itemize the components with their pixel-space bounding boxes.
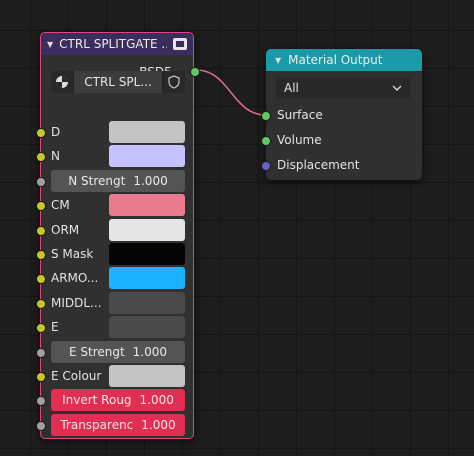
- color-swatch-armo[interactable]: [109, 267, 185, 289]
- input-socket-n-strengt[interactable]: [36, 177, 46, 187]
- value-field-label: Transparenc: [60, 418, 134, 432]
- group-node-header[interactable]: ▼ CTRL SPLITGATE ...: [41, 33, 193, 55]
- value-field-n-strengt[interactable]: N Strengt 1.000: [51, 170, 185, 192]
- input-label-surface: Surface: [277, 108, 323, 122]
- value-field-e-strengt[interactable]: E Strengt 1.000: [51, 341, 185, 363]
- value-field-number: 1.000: [139, 393, 174, 407]
- input-socket-e-colour[interactable]: [36, 372, 46, 382]
- input-socket-transparenc[interactable]: [36, 421, 46, 431]
- input-socket-surface[interactable]: [261, 111, 271, 121]
- input-label-armo: ARMO...: [51, 271, 99, 285]
- group-name-field[interactable]: CTRL SPL...: [73, 71, 163, 93]
- input-socket-e[interactable]: [36, 323, 46, 333]
- input-label-cm: CM: [51, 198, 70, 212]
- input-socket-d[interactable]: [36, 128, 46, 138]
- bsdf-to-surface-link[interactable]: [195, 69, 267, 116]
- color-swatch-orm[interactable]: [109, 219, 185, 241]
- input-label-s-mask: S Mask: [51, 247, 94, 261]
- color-swatch-cm[interactable]: [109, 194, 185, 216]
- input-socket-volume[interactable]: [261, 136, 271, 146]
- chevron-down-icon: [392, 85, 402, 91]
- group-node-title: CTRL SPLITGATE ...: [59, 37, 167, 51]
- value-field-transparenc[interactable]: Transparenc 1.000: [51, 414, 185, 436]
- target-value: All: [284, 81, 299, 95]
- input-label-displacement: Displacement: [277, 158, 360, 172]
- input-label-volume: Volume: [277, 133, 322, 147]
- value-field-label: E Strengt: [68, 345, 125, 359]
- input-label-orm: ORM: [51, 223, 80, 237]
- color-swatch-s-mask[interactable]: [109, 243, 185, 265]
- input-socket-orm[interactable]: [36, 226, 46, 236]
- input-label-middl: MIDDL...: [51, 296, 102, 310]
- collapse-arrow-icon[interactable]: ▼: [275, 56, 281, 65]
- color-swatch-n[interactable]: [109, 145, 185, 167]
- bsdf-output-socket[interactable]: [190, 67, 200, 77]
- value-field-label: Invert Roug: [62, 393, 132, 407]
- value-field-number: 1.000: [133, 174, 168, 188]
- target-dropdown[interactable]: All: [276, 77, 410, 99]
- input-socket-displacement[interactable]: [261, 161, 271, 171]
- input-socket-e-strengt[interactable]: [36, 348, 46, 358]
- color-swatch-e[interactable]: [109, 316, 185, 338]
- input-socket-armo[interactable]: [36, 274, 46, 284]
- input-socket-n[interactable]: [36, 152, 46, 162]
- value-field-number: 1.000: [132, 345, 168, 359]
- material-output-node[interactable]: ▼ Material Output All Surface Volume Displ…: [261, 49, 422, 180]
- input-socket-s-mask[interactable]: [36, 250, 46, 260]
- node-group-selector[interactable]: CTRL SPL...: [51, 71, 185, 93]
- fake-user-shield-icon[interactable]: [163, 71, 185, 93]
- input-label-e-colour: E Colour: [51, 369, 102, 383]
- node-group-icon[interactable]: [173, 38, 187, 50]
- input-label-e: E: [51, 320, 59, 334]
- material-output-header[interactable]: ▼ Material Output: [266, 49, 422, 71]
- input-socket-cm[interactable]: [36, 201, 46, 211]
- color-swatch-d[interactable]: [109, 121, 185, 143]
- material-output-title: Material Output: [288, 53, 383, 67]
- input-socket-invert-roug[interactable]: [36, 396, 46, 406]
- input-socket-middl[interactable]: [36, 299, 46, 309]
- node-tree-icon[interactable]: [51, 71, 73, 93]
- group-node[interactable]: ▼ CTRL SPLITGATE ... BSDF CTRL SPL... DN…: [36, 32, 200, 439]
- value-field-number: 1.000: [141, 418, 176, 432]
- value-field-label: N Strengt: [68, 174, 126, 188]
- input-label-n: N: [51, 149, 60, 163]
- color-swatch-middl[interactable]: [109, 292, 185, 314]
- collapse-arrow-icon[interactable]: ▼: [47, 40, 53, 49]
- value-field-invert-roug[interactable]: Invert Roug 1.000: [51, 389, 185, 411]
- input-label-d: D: [51, 125, 61, 139]
- color-swatch-e-colour[interactable]: [109, 365, 185, 387]
